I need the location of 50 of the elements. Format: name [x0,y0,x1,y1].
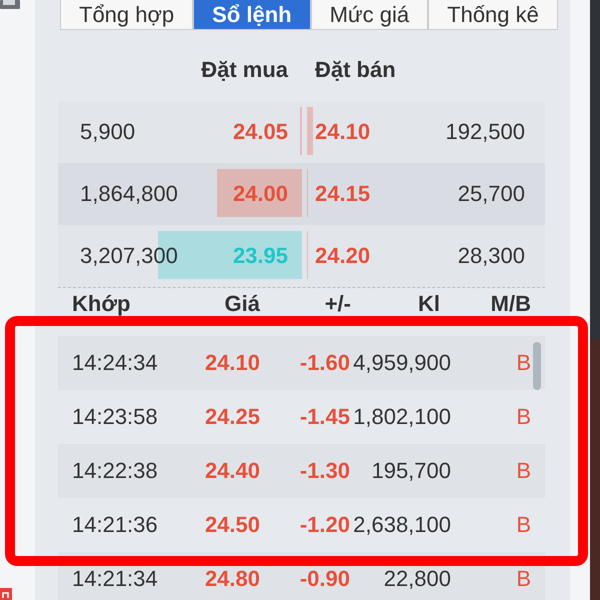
trade-price: 24.10 [204,351,260,375]
column-header: Đặt mua [201,56,288,84]
trade-change: -1.20 [300,513,351,537]
trade-time: 14:24:34 [71,351,158,375]
corner-icon [0,0,20,9]
trade-side: B [516,351,531,375]
trade-price: 24.40 [204,459,260,483]
tab[interactable]: Mức giá [310,0,428,30]
bid-price: 24.00 [232,181,288,207]
ask-volume: 28,300 [458,243,525,269]
column-header: Giá [224,292,260,316]
trade-time: 14:21:36 [71,513,158,537]
column-header: Đặt bán [315,56,396,84]
tab[interactable]: Tổng hợp [60,0,194,30]
column-header: +/- [324,292,351,316]
bid-volume: 5,900 [80,119,136,145]
tab[interactable]: Thống kê [428,0,558,30]
trade-side: B [516,405,531,429]
trade-price: 24.50 [204,513,260,537]
trade-side: B [516,459,531,483]
trade-price: 24.25 [204,405,260,429]
column-header: Khớp [71,292,130,316]
trade-volume: 2,638,100 [353,513,451,537]
trade-side: B [516,567,531,591]
trade-volume: 1,802,100 [353,405,451,429]
trade-time: 14:21:34 [71,567,158,591]
trade-side: B [516,513,531,537]
ask-price: 24.10 [315,119,370,145]
trade-price: 24.80 [204,567,260,591]
bid-price: 24.05 [232,119,288,145]
ask-price: 24.15 [315,181,370,207]
trade-change: -1.30 [300,459,351,483]
ask-volume: 192,500 [445,119,525,145]
trade-time: 14:23:58 [71,405,158,429]
trade-time: 14:22:38 [71,459,158,483]
scrollbar-thumb[interactable] [533,342,541,390]
trade-change: -0.90 [300,567,351,591]
trade-change: -1.45 [300,405,351,429]
tab[interactable]: Sổ lệnh [193,0,311,30]
trade-volume: 22,800 [384,567,451,591]
column-header: Kl [418,292,441,316]
ask-volume: 25,700 [458,181,525,207]
bid-volume: 1,864,800 [80,181,178,207]
bid-volume: 3,207,300 [80,243,178,269]
bid-price: 23.95 [232,243,288,269]
column-header: M/B [490,292,531,316]
ask-price: 24.20 [315,243,370,269]
trade-change: -1.60 [300,351,351,375]
trade-volume: 195,700 [371,459,451,483]
trade-volume: 4,959,900 [353,351,451,375]
